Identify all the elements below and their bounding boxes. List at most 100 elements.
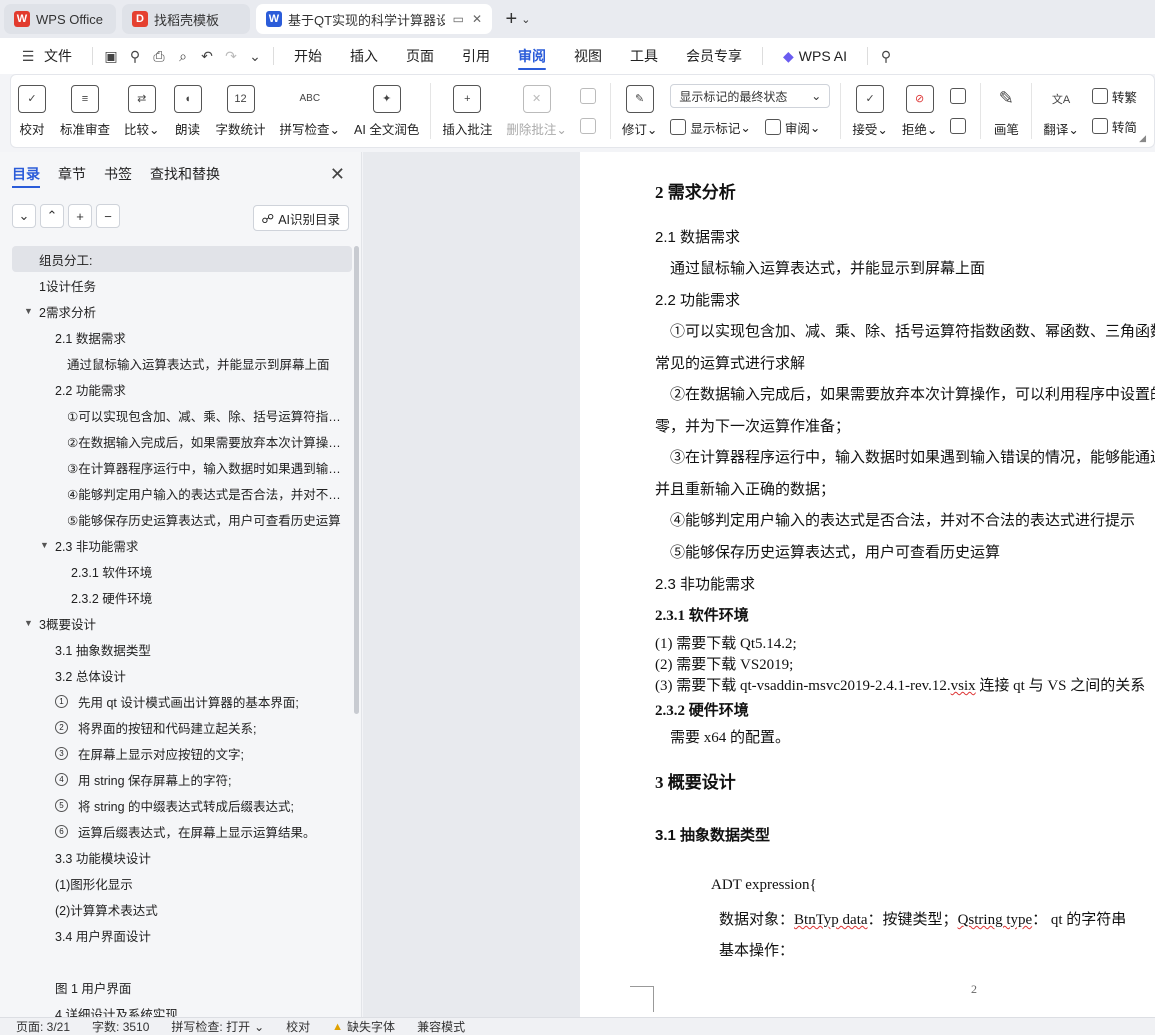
toc-item[interactable]: 1设计任务 [12, 272, 352, 298]
toc-item[interactable]: 2.1 数据需求 [12, 324, 352, 350]
prev-change-button[interactable] [950, 85, 970, 107]
insert-comment-button[interactable]: + 插入批注 [435, 76, 499, 146]
tab-document[interactable]: W 基于QT实现的科学计算器设计 ▭ ✕ [256, 4, 492, 34]
delete-comment-button[interactable]: ✕ 删除批注⌄ [499, 76, 574, 146]
print-preview-icon[interactable]: ⌕ [171, 48, 195, 65]
word-count-indicator[interactable]: 字数: 3510 [92, 1018, 149, 1035]
proofread-indicator[interactable]: 校对 [286, 1018, 310, 1035]
missing-font-indicator[interactable]: ▲ 缺失字体 [332, 1018, 395, 1035]
tab-find-replace[interactable]: 查找和替换 [150, 152, 220, 196]
toc-item[interactable]: 图 1 用户界面 [12, 974, 352, 1000]
save-icon[interactable]: ▣ [99, 48, 123, 65]
menu-home[interactable]: 开始 [280, 38, 336, 74]
pen-button[interactable]: ✎ 画笔 [985, 76, 1027, 146]
tab-wps-office[interactable]: W WPS Office [4, 4, 116, 34]
review-pane-button[interactable]: 审阅 ⌄ [764, 116, 820, 138]
more-chevron-icon[interactable]: ⌄ [243, 48, 267, 65]
share-icon[interactable]: ⚲ [123, 48, 147, 65]
redo-icon[interactable]: ↷ [219, 48, 243, 65]
expand-arrow-icon[interactable]: ▼ [24, 306, 33, 316]
move-down-button[interactable]: ⌄ [12, 204, 36, 228]
toc-item[interactable]: 4 用 string 保存屏幕上的字符; [12, 766, 352, 792]
toc-item[interactable]: ▼ 2需求分析 [12, 298, 352, 324]
toc-item[interactable]: 3.1 抽象数据类型 [12, 636, 352, 662]
toc-item[interactable]: 6 运算后缀表达式，在屏幕上显示运算结果。 [12, 818, 352, 844]
spell-check-button[interactable]: ABC 拼写检查⌄ [273, 76, 348, 146]
monitor-icon[interactable]: ▭ [453, 12, 464, 26]
chevron-down-icon[interactable]: ⌄ [521, 13, 530, 26]
document-page[interactable]: 2 需求分析 2.1 数据需求 通过鼠标输入运算表达式，并能显示到屏幕上面 2.… [580, 152, 1155, 1017]
tab-toc[interactable]: 目录 [12, 152, 40, 196]
toc-item[interactable]: ②在数据输入完成后，如果需要放弃本次计算操作，可以利用程序中设置的 [12, 428, 352, 454]
close-tab-icon[interactable]: ✕ [472, 12, 482, 26]
accept-button[interactable]: ✓ 接受⌄ [845, 76, 895, 146]
expand-arrow-icon[interactable]: ▼ [24, 618, 33, 628]
spell-check-indicator[interactable]: 拼写检查: 打开 ⌄ [171, 1018, 264, 1035]
menu-view[interactable]: 视图 [560, 38, 616, 74]
to-simplified-button[interactable]: 转简 [1091, 115, 1137, 137]
toc-item[interactable]: 3 在屏幕上显示对应按钮的文字; [12, 740, 352, 766]
toc-item[interactable]: 3.4 用户界面设计 [12, 922, 352, 948]
toc-item[interactable]: 通过鼠标输入运算表达式，并能显示到屏幕上面 [12, 350, 352, 376]
tab-sections[interactable]: 章节 [58, 152, 86, 196]
toc-item[interactable]: ①可以实现包含加、减、乘、除、括号运算符指数函数、幂函数、三角函数 [12, 402, 352, 428]
menu-references[interactable]: 引用 [448, 38, 504, 74]
markup-mode-select[interactable]: 显示标记的最终状态 ⌄ [670, 84, 831, 108]
toc-item[interactable]: 4 详细设计及系统实现 [12, 1000, 352, 1018]
to-traditional-button[interactable]: 转繁 [1091, 85, 1137, 107]
menu-review[interactable]: 审阅 [504, 38, 560, 74]
toc-item[interactable]: ⑤能够保存历史运算表达式，用户可查看历史运算 [12, 506, 352, 532]
add-heading-button[interactable]: + [68, 204, 92, 228]
toc-item[interactable]: 2.2 功能需求 [12, 376, 352, 402]
close-icon[interactable]: ✕ [330, 164, 345, 185]
move-up-button[interactable]: ⌃ [40, 204, 64, 228]
toc-item[interactable]: 2 将界面的按钮和代码建立起关系; [12, 714, 352, 740]
menu-page[interactable]: 页面 [392, 38, 448, 74]
next-change-button[interactable] [950, 115, 970, 137]
show-markup-button[interactable]: 显示标记 ⌄ [670, 116, 751, 138]
ai-polish-button[interactable]: ✦ AI 全文润色 [347, 76, 426, 146]
expand-corner-icon[interactable]: ◢ [1139, 133, 1146, 144]
search-icon[interactable]: ⚲ [874, 48, 898, 65]
toc-item[interactable]: 3.2 总体设计 [12, 662, 352, 688]
next-comment-button[interactable] [579, 115, 600, 137]
toc-item[interactable]: ③在计算器程序运行中，输入数据时如果遇到输入错误的情况，能够能通过 [12, 454, 352, 480]
print-icon[interactable]: ⎙ [147, 48, 171, 65]
toc-item[interactable]: 3.3 功能模块设计 [12, 844, 352, 870]
page-indicator[interactable]: 页面: 3/21 [16, 1018, 70, 1035]
menu-insert[interactable]: 插入 [336, 38, 392, 74]
toc-item[interactable]: 组员分工: [12, 246, 352, 272]
prev-comment-button[interactable] [579, 85, 600, 107]
ai-recognize-toc-button[interactable]: ☍ AI识别目录 [252, 205, 349, 231]
tab-docer-templates[interactable]: D 找稻壳模板 [122, 4, 250, 34]
undo-icon[interactable]: ↶ [195, 48, 219, 65]
new-tab-button[interactable]: + ⌄ [498, 4, 538, 34]
menu-file[interactable]: 文件 [40, 38, 86, 74]
word-count-button[interactable]: 12 字数统计 [209, 76, 273, 146]
menu-wps-ai[interactable]: ◆ WPS AI [769, 38, 861, 74]
proofread-button[interactable]: ✓ 校对 [11, 76, 53, 146]
tab-bookmarks[interactable]: 书签 [104, 152, 132, 196]
hamburger-icon[interactable]: ☰ [16, 48, 40, 65]
menu-tools[interactable]: 工具 [616, 38, 672, 74]
remove-heading-button[interactable]: − [96, 204, 120, 228]
toc-item[interactable]: 5 将 string 的中缀表达式转成后缀表达式; [12, 792, 352, 818]
toc-item[interactable]: 2.3.2 硬件环境 [12, 584, 352, 610]
read-aloud-button[interactable]: ◖ 朗读 [167, 76, 209, 146]
translate-button[interactable]: 文A 翻译⌄ [1036, 76, 1086, 146]
toc-item[interactable]: ▼ 2.3 非功能需求 [12, 532, 352, 558]
toc-item[interactable]: (1)图形化显示 [12, 870, 352, 896]
menu-member[interactable]: 会员专享 [672, 38, 756, 74]
toc-item[interactable]: 2.3.1 软件环境 [12, 558, 352, 584]
standard-review-button[interactable]: ≡ 标准审查 [53, 76, 117, 146]
toc-item[interactable]: (2)计算算术表达式 [12, 896, 352, 922]
expand-arrow-icon[interactable]: ▼ [40, 540, 49, 550]
nav-scrollbar[interactable] [354, 246, 359, 714]
reject-button[interactable]: ⊘ 拒绝⌄ [895, 76, 945, 146]
toc-item[interactable]: ④能够判定用户输入的表达式是否合法，并对不合法的表达式进行提示 [12, 480, 352, 506]
toc-item[interactable] [12, 948, 352, 974]
track-changes-button[interactable]: ✎ 修订⌄ [615, 76, 665, 146]
toc-item[interactable]: ▼ 3概要设计 [12, 610, 352, 636]
compare-button[interactable]: ⇄ 比较⌄ [117, 76, 167, 146]
toc-item[interactable]: 1 先用 qt 设计模式画出计算器的基本界面; [12, 688, 352, 714]
